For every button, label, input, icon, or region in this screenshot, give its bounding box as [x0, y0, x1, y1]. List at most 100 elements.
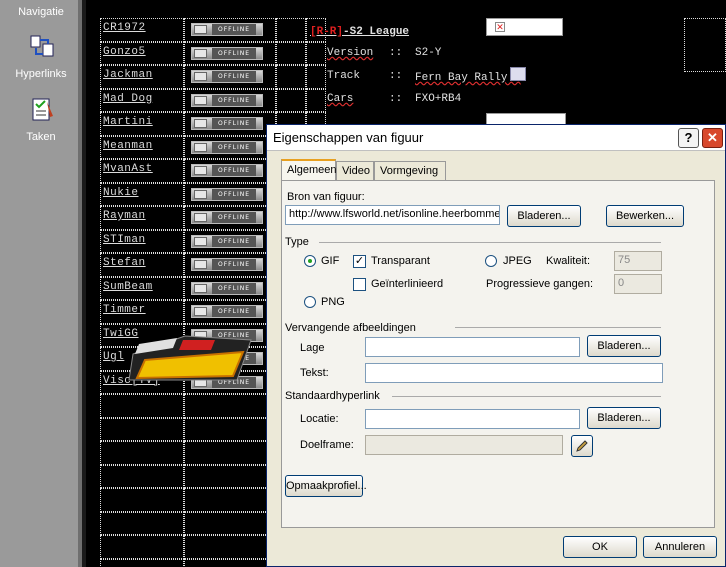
status-badge[interactable]: OFFLINE — [191, 234, 263, 248]
table-cell[interactable] — [276, 65, 306, 89]
tab-video[interactable]: Video — [336, 161, 374, 181]
status-badge[interactable]: OFFLINE — [191, 70, 263, 83]
location-field[interactable] — [365, 409, 580, 429]
player-name-link[interactable]: Mad Dog — [103, 93, 153, 105]
live-for-speed-logo[interactable] — [125, 330, 257, 386]
table-cell[interactable] — [100, 417, 184, 441]
ok-button[interactable]: OK — [563, 536, 637, 558]
table-cell[interactable] — [306, 88, 326, 112]
interlaced-checkbox[interactable] — [353, 278, 366, 291]
alternate-group-label: Vervangende afbeeldingen — [285, 322, 416, 334]
player-name-link[interactable]: STIman — [103, 234, 146, 246]
status-badge[interactable]: OFFLINE — [191, 187, 263, 201]
jpeg-label: JPEG — [503, 255, 532, 267]
table-cell[interactable] — [276, 41, 306, 65]
lfs-mini-logo-icon — [194, 25, 207, 34]
league-title[interactable]: [R-R]-S2 League — [310, 26, 409, 38]
table-cell[interactable] — [276, 18, 306, 42]
tasks-icon[interactable] — [28, 96, 56, 124]
image-icon[interactable] — [510, 67, 526, 81]
table-cell[interactable] — [100, 558, 184, 567]
table-cell[interactable] — [100, 488, 184, 512]
style-profile-button[interactable]: Opmaakprofiel... — [285, 475, 367, 497]
status-badge[interactable]: OFFLINE — [191, 281, 263, 295]
table-cell[interactable] — [306, 41, 326, 65]
target-frame-field[interactable] — [365, 435, 563, 455]
lfs-mini-logo-icon — [194, 213, 207, 222]
broken-image-placeholder[interactable]: ✕ — [486, 18, 563, 36]
player-name-link[interactable]: SumBeam — [103, 281, 153, 293]
table-cell[interactable] — [306, 65, 326, 89]
source-url-field[interactable]: http://www.lfsworld.net/isonline.heerbom… — [285, 205, 500, 225]
league-sep-cars: :: — [389, 93, 403, 105]
browse-source-button[interactable]: Bladeren... — [507, 205, 581, 227]
player-name-link[interactable]: Ugl — [103, 351, 124, 363]
player-name-link[interactable]: Stefan — [103, 257, 146, 269]
dialog-title: Eigenschappen van figuur — [273, 130, 424, 145]
text-label: Tekst: — [300, 367, 329, 379]
nav-item-navigatie[interactable]: Navigatie — [0, 6, 82, 18]
status-badge[interactable]: OFFLINE — [191, 117, 263, 130]
table-cell[interactable] — [184, 417, 276, 441]
status-text: OFFLINE — [212, 306, 257, 317]
browse-low-button[interactable]: Bladeren... — [587, 335, 661, 357]
player-name-link[interactable]: Nukie — [103, 187, 139, 199]
transparent-checkbox[interactable]: ✓ — [353, 255, 366, 268]
status-text: OFFLINE — [212, 235, 257, 247]
status-badge[interactable]: OFFLINE — [191, 93, 263, 107]
player-name-link[interactable]: Jackman — [103, 69, 153, 81]
table-cell[interactable] — [184, 511, 276, 535]
hyperlinks-icon[interactable] — [28, 32, 56, 60]
status-badge[interactable]: OFFLINE — [191, 258, 263, 271]
lfs-mini-logo-icon — [194, 307, 207, 316]
low-source-field[interactable] — [365, 337, 580, 357]
progressive-field[interactable]: 0 — [614, 274, 662, 294]
table-cell[interactable] — [184, 535, 276, 559]
table-cell[interactable] — [184, 394, 276, 418]
table-cell[interactable] — [100, 394, 184, 418]
player-name-link[interactable]: MvanAst — [103, 163, 153, 175]
cancel-button[interactable]: Annuleren — [643, 536, 717, 558]
table-cell[interactable] — [184, 488, 276, 512]
tab-algemeen[interactable]: Algemeen — [281, 159, 337, 181]
table-cell[interactable] — [100, 535, 184, 559]
nav-item-hyperlinks[interactable]: Hyperlinks — [0, 68, 82, 80]
table-cell[interactable] — [100, 464, 184, 488]
table-cell[interactable] — [184, 441, 276, 465]
table-cell[interactable] — [184, 558, 276, 567]
player-name-link[interactable]: Meanman — [103, 140, 153, 152]
player-name-link[interactable]: Timmer — [103, 304, 146, 316]
jpeg-radio[interactable] — [485, 255, 497, 267]
edit-button[interactable]: Bewerken... — [606, 205, 684, 227]
dialog-titlebar[interactable]: Eigenschappen van figuur ? ✕ — [267, 125, 725, 151]
status-text: OFFLINE — [212, 165, 257, 176]
player-name-link[interactable]: CR1972 — [103, 22, 146, 34]
status-badge[interactable]: OFFLINE — [191, 305, 263, 318]
help-button[interactable]: ? — [678, 128, 699, 148]
gif-radio[interactable] — [304, 255, 316, 267]
table-cell[interactable] — [100, 441, 184, 465]
type-separator — [319, 242, 661, 243]
lfs-mini-logo-icon — [194, 119, 207, 128]
status-badge[interactable]: OFFLINE — [191, 46, 263, 60]
status-badge[interactable]: OFFLINE — [191, 140, 263, 154]
target-frame-picker-button[interactable] — [571, 435, 593, 457]
status-badge[interactable]: OFFLINE — [191, 23, 263, 36]
quality-field[interactable]: 75 — [614, 251, 662, 271]
alternate-separator — [455, 327, 661, 328]
browse-location-button[interactable]: Bladeren... — [587, 407, 661, 429]
close-button[interactable]: ✕ — [702, 128, 723, 148]
table-cell[interactable] — [100, 511, 184, 535]
status-badge[interactable]: OFFLINE — [191, 211, 263, 224]
player-name-link[interactable]: Martini — [103, 116, 153, 128]
status-badge[interactable]: OFFLINE — [191, 164, 263, 177]
alt-text-field[interactable] — [365, 363, 663, 383]
table-cell[interactable] — [184, 464, 276, 488]
png-radio[interactable] — [304, 296, 316, 308]
player-name-link[interactable]: Rayman — [103, 210, 146, 222]
hyperlink-group-label: Standaardhyperlink — [285, 390, 380, 402]
player-name-link[interactable]: Gonzo5 — [103, 46, 146, 58]
nav-item-taken[interactable]: Taken — [0, 131, 82, 143]
tab-vormgeving[interactable]: Vormgeving — [374, 161, 446, 181]
table-cell[interactable] — [276, 88, 306, 112]
